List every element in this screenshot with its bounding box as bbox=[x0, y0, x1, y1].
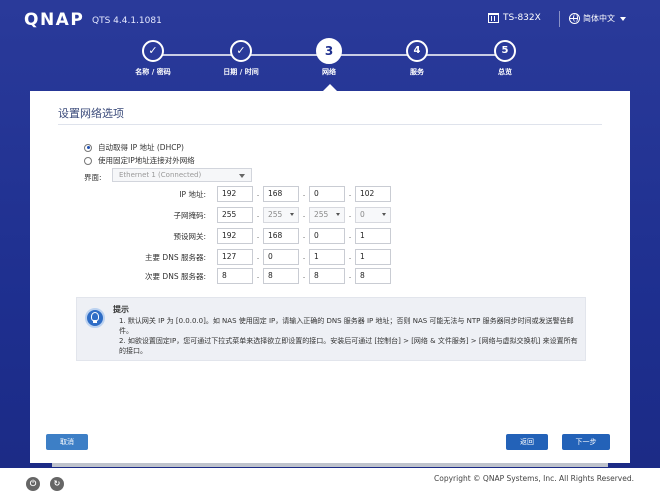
tip-item-1: 1. 默认网关 IP 为 [0.0.0.0]。如 NAS 使用固定 IP，请输入… bbox=[119, 317, 574, 335]
ip-octet-4[interactable]: 102 bbox=[355, 186, 391, 202]
secondary-dns-label: 次要 DNS 服务器: bbox=[145, 272, 206, 281]
check-icon: ✓ bbox=[142, 40, 164, 62]
step-services: 4 服务 bbox=[372, 40, 462, 77]
lightbulb-icon bbox=[85, 308, 105, 328]
refresh-icon[interactable]: ↻ bbox=[50, 477, 64, 491]
step-number: 4 bbox=[406, 40, 428, 62]
dns1-octet-1[interactable]: 127 bbox=[217, 249, 253, 265]
primary-dns-label: 主要 DNS 服务器: bbox=[145, 253, 206, 262]
interface-value: Ethernet 1 (Connected) bbox=[119, 171, 202, 179]
ip-octet-1[interactable]: 192 bbox=[217, 186, 253, 202]
option-dhcp-label: 自动取得 IP 地址 (DHCP) bbox=[98, 143, 184, 152]
step-label: 总览 bbox=[498, 68, 512, 76]
dns2-octet-4[interactable]: 8 bbox=[355, 268, 391, 284]
interface-label: 界面: bbox=[84, 173, 102, 182]
octet-separator: . bbox=[256, 210, 260, 219]
ip-octet-2[interactable]: 168 bbox=[263, 186, 299, 202]
top-bar: QNAP QTS 4.4.1.1081 TS-832X 简体中文 bbox=[0, 0, 660, 40]
firmware-version: QTS 4.4.1.1081 bbox=[92, 16, 162, 26]
dns2-octet-2[interactable]: 8 bbox=[263, 268, 299, 284]
tip-title: 提示 bbox=[113, 305, 129, 314]
gateway-row: 预设网关: 192 . 168 . 0 . 1 bbox=[30, 228, 630, 244]
check-icon: ✓ bbox=[230, 40, 252, 62]
gateway-octet-4[interactable]: 1 bbox=[355, 228, 391, 244]
mask-octet-3-select[interactable]: 255 bbox=[309, 207, 345, 223]
subnet-mask-label: 子网掩码: bbox=[173, 211, 206, 220]
ip-address-label: IP 地址: bbox=[179, 190, 206, 199]
chevron-down-icon bbox=[239, 174, 245, 178]
radio-static-ip[interactable] bbox=[84, 156, 92, 165]
step-network: 3 网络 bbox=[284, 38, 374, 77]
cancel-button[interactable]: 取消 bbox=[46, 434, 88, 450]
step-label: 服务 bbox=[410, 68, 424, 76]
octet-separator: . bbox=[348, 252, 352, 261]
step-number: 5 bbox=[494, 40, 516, 62]
header-divider bbox=[559, 11, 560, 27]
dns2-octet-3[interactable]: 8 bbox=[309, 268, 345, 284]
nas-device-icon bbox=[488, 13, 499, 23]
option-dhcp[interactable]: 自动取得 IP 地址 (DHCP) bbox=[84, 142, 184, 153]
mask-octet-4-select[interactable]: 0 bbox=[355, 207, 391, 223]
step-label: 日期 / 时间 bbox=[223, 68, 259, 76]
gateway-octet-2[interactable]: 168 bbox=[263, 228, 299, 244]
mask-octet-2-select[interactable]: 255 bbox=[263, 207, 299, 223]
network-settings-panel: 设置网络选项 自动取得 IP 地址 (DHCP) 使用固定IP地址连接对外网络 … bbox=[30, 91, 630, 463]
octet-separator: . bbox=[302, 189, 306, 198]
step-label: 名称 / 密码 bbox=[135, 68, 171, 76]
octet-separator: . bbox=[348, 271, 352, 280]
radio-dhcp[interactable] bbox=[84, 143, 92, 152]
octet-separator: . bbox=[302, 271, 306, 280]
setup-stepper: ✓ 名称 / 密码 ✓ 日期 / 时间 3 网络 4 服务 5 总览 bbox=[0, 38, 660, 90]
gateway-octet-1[interactable]: 192 bbox=[217, 228, 253, 244]
step-name-password: ✓ 名称 / 密码 bbox=[108, 40, 198, 77]
nas-model: TS-832X bbox=[488, 13, 541, 23]
octet-separator: . bbox=[256, 252, 260, 261]
subnet-mask-row: 子网掩码: 255 . 255 . 255 . 0 bbox=[30, 207, 630, 223]
ip-address-row: IP 地址: 192 . 168 . 0 . 102 bbox=[30, 186, 630, 202]
tip-box: 提示 1. 默认网关 IP 为 [0.0.0.0]。如 NAS 使用固定 IP，… bbox=[76, 297, 586, 361]
step-label: 网络 bbox=[322, 68, 336, 76]
footer: ⏻ ↻ Copyright © QNAP Systems, Inc. All R… bbox=[0, 468, 660, 503]
mask-octet-1[interactable]: 255 bbox=[217, 207, 253, 223]
octet-separator: . bbox=[302, 231, 306, 240]
active-step-pointer bbox=[323, 84, 337, 91]
octet-separator: . bbox=[348, 189, 352, 198]
copyright-text: Copyright © QNAP Systems, Inc. All Right… bbox=[434, 474, 634, 483]
step-number: 3 bbox=[316, 38, 342, 64]
octet-separator: . bbox=[302, 252, 306, 261]
option-static-ip[interactable]: 使用固定IP地址连接对外网络 bbox=[84, 155, 195, 166]
step-date-time: ✓ 日期 / 时间 bbox=[196, 40, 286, 77]
panel-title: 设置网络选项 bbox=[58, 107, 124, 120]
interface-select[interactable]: Ethernet 1 (Connected) bbox=[112, 168, 252, 182]
next-button[interactable]: 下一步 bbox=[562, 434, 610, 450]
dns2-octet-1[interactable]: 8 bbox=[217, 268, 253, 284]
secondary-dns-row: 次要 DNS 服务器: 8 . 8 . 8 . 8 bbox=[30, 268, 630, 284]
language-label: 简体中文 bbox=[583, 14, 615, 23]
nas-model-label: TS-832X bbox=[503, 13, 541, 23]
octet-separator: . bbox=[302, 210, 306, 219]
back-button[interactable]: 返回 bbox=[506, 434, 548, 450]
panel-shadow bbox=[52, 463, 608, 467]
title-divider bbox=[58, 124, 602, 125]
chevron-down-icon bbox=[620, 16, 626, 21]
gateway-label: 预设网关: bbox=[173, 232, 206, 241]
gateway-octet-3[interactable]: 0 bbox=[309, 228, 345, 244]
power-icon[interactable]: ⏻ bbox=[26, 477, 40, 491]
dns1-octet-3[interactable]: 1 bbox=[309, 249, 345, 265]
octet-separator: . bbox=[256, 231, 260, 240]
octet-separator: . bbox=[256, 189, 260, 198]
dns1-octet-2[interactable]: 0 bbox=[263, 249, 299, 265]
octet-separator: . bbox=[348, 231, 352, 240]
octet-separator: . bbox=[256, 271, 260, 280]
octet-separator: . bbox=[348, 210, 352, 219]
ip-octet-3[interactable]: 0 bbox=[309, 186, 345, 202]
language-selector[interactable]: 简体中文 bbox=[569, 13, 626, 24]
qnap-logo: QNAP bbox=[24, 10, 85, 30]
globe-icon bbox=[569, 13, 580, 24]
option-static-label: 使用固定IP地址连接对外网络 bbox=[98, 156, 195, 165]
dns1-octet-4[interactable]: 1 bbox=[355, 249, 391, 265]
tip-item-2: 2. 如欲设置固定IP，您可通过下拉式菜单来选择欲立即设置的接口。安装后可通过 … bbox=[119, 337, 578, 355]
primary-dns-row: 主要 DNS 服务器: 127 . 0 . 1 . 1 bbox=[30, 249, 630, 265]
step-summary: 5 总览 bbox=[460, 40, 550, 77]
